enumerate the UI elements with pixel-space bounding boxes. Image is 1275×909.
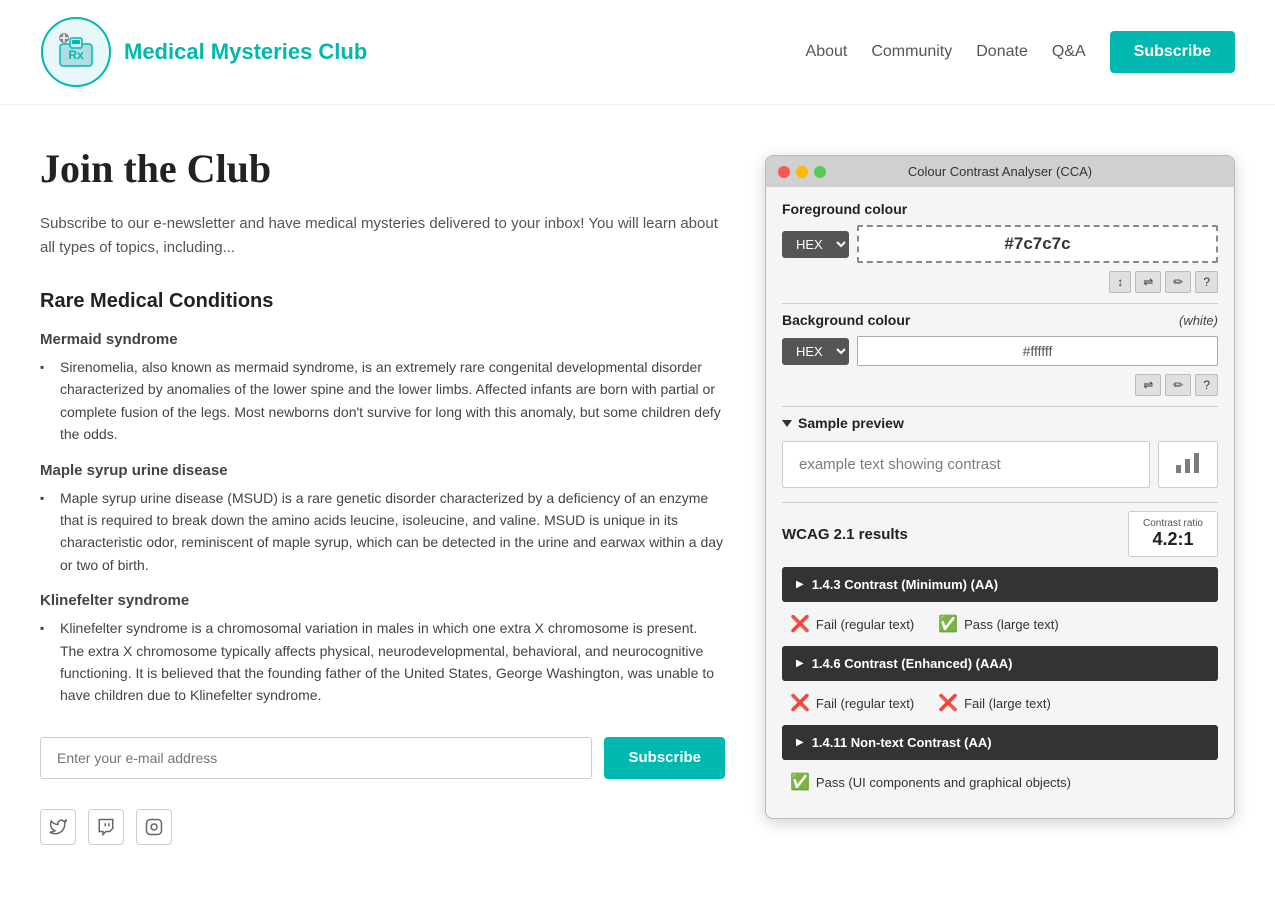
contrast-ratio-value: 4.2:1 bbox=[1143, 529, 1203, 550]
wcag-result-row-143: ❌ Fail (regular text) ✅ Pass (large text… bbox=[782, 608, 1218, 640]
minimize-dot[interactable] bbox=[796, 166, 808, 178]
collapse-icon[interactable] bbox=[782, 420, 792, 427]
pass-icon-0: ✅ bbox=[938, 614, 958, 634]
result-fail-regular-1: ❌ Fail (regular text) bbox=[790, 693, 914, 713]
svg-text:Rx: Rx bbox=[68, 48, 84, 62]
fail-icon-large-1: ❌ bbox=[938, 693, 958, 713]
cca-panel: Colour Contrast Analyser (CCA) Foregroun… bbox=[765, 155, 1235, 819]
nav-donate[interactable]: Donate bbox=[976, 43, 1028, 61]
play-icon-143: ▶ bbox=[796, 579, 804, 590]
condition-title-2: Klinefelter syndrome bbox=[40, 592, 725, 609]
result-text-fail-regular-1: Fail (regular text) bbox=[816, 696, 914, 711]
condition-mermaid: Mermaid syndrome Sirenomelia, also known… bbox=[40, 331, 725, 446]
header: Rx Medical Mysteries Club About Communit… bbox=[0, 0, 1275, 105]
contrast-ratio-box: Contrast ratio 4.2:1 bbox=[1128, 511, 1218, 557]
background-header-row: Background colour (white) bbox=[782, 312, 1218, 328]
background-tools: ⇌ ✏ ? bbox=[782, 374, 1218, 396]
page-title: Join the Club bbox=[40, 145, 725, 192]
window-dots bbox=[778, 166, 826, 178]
content-area: Join the Club Subscribe to our e-newslet… bbox=[40, 145, 725, 845]
pass-icon-2: ✅ bbox=[790, 772, 810, 792]
subscribe-button[interactable]: Subscribe bbox=[604, 737, 725, 779]
email-subscribe-row: Subscribe bbox=[40, 737, 725, 779]
foreground-format-select[interactable]: HEX bbox=[782, 231, 849, 258]
foreground-row: HEX bbox=[782, 225, 1218, 263]
sample-preview-label: Sample preview bbox=[782, 415, 1218, 431]
result-pass-large-0: ✅ Pass (large text) bbox=[938, 614, 1059, 634]
bg-eyedropper-icon[interactable]: ✏ bbox=[1165, 374, 1191, 396]
social-icons bbox=[40, 809, 725, 845]
main-nav: About Community Donate Q&A Subscribe bbox=[806, 31, 1235, 73]
logo-area: Rx Medical Mysteries Club bbox=[40, 16, 367, 88]
foreground-tools: ↕ ⇌ ✏ ? bbox=[782, 271, 1218, 293]
condition-maple: Maple syrup urine disease Maple syrup ur… bbox=[40, 462, 725, 577]
fg-eyedropper-icon[interactable]: ✏ bbox=[1165, 271, 1191, 293]
sample-text-box: example text showing contrast bbox=[782, 441, 1150, 488]
wcag-item-143[interactable]: ▶ 1.4.3 Contrast (Minimum) (AA) bbox=[782, 567, 1218, 602]
wcag-header-row: WCAG 2.1 results Contrast ratio 4.2:1 bbox=[782, 511, 1218, 557]
nav-about[interactable]: About bbox=[806, 43, 848, 61]
result-text-pass-ui-2: Pass (UI components and graphical object… bbox=[816, 775, 1071, 790]
background-format-select[interactable]: HEX bbox=[782, 338, 849, 365]
nav-community[interactable]: Community bbox=[871, 43, 952, 61]
twitter-icon[interactable] bbox=[40, 809, 76, 845]
close-dot[interactable] bbox=[778, 166, 790, 178]
bg-sliders-icon[interactable]: ⇌ bbox=[1135, 374, 1161, 396]
section-title: Rare Medical Conditions bbox=[40, 290, 725, 313]
conditions-list: Mermaid syndrome Sirenomelia, also known… bbox=[40, 331, 725, 707]
wcag-item-label-143: 1.4.3 Contrast (Minimum) (AA) bbox=[812, 577, 998, 592]
intro-text: Subscribe to our e-newsletter and have m… bbox=[40, 212, 725, 260]
chart-icon bbox=[1173, 447, 1203, 483]
condition-desc-2: Klinefelter syndrome is a chromosomal va… bbox=[40, 617, 725, 707]
result-text-pass-large-0: Pass (large text) bbox=[964, 617, 1059, 632]
background-label: Background colour bbox=[782, 312, 910, 328]
logo-icon: Rx bbox=[40, 16, 112, 88]
twitch-icon[interactable] bbox=[88, 809, 124, 845]
instagram-icon[interactable] bbox=[136, 809, 172, 845]
main-layout: Join the Club Subscribe to our e-newslet… bbox=[0, 105, 1275, 885]
result-text-fail-regular-0: Fail (regular text) bbox=[816, 617, 914, 632]
result-text-fail-large-1: Fail (large text) bbox=[964, 696, 1051, 711]
wcag-item-1411[interactable]: ▶ 1.4.11 Non-text Contrast (AA) bbox=[782, 725, 1218, 760]
wcag-result-row-146: ❌ Fail (regular text) ❌ Fail (large text… bbox=[782, 687, 1218, 719]
fg-sliders-icon[interactable]: ⇌ bbox=[1135, 271, 1161, 293]
condition-desc-1: Maple syrup urine disease (MSUD) is a ra… bbox=[40, 487, 725, 577]
nav-qa[interactable]: Q&A bbox=[1052, 43, 1086, 61]
sample-preview-area: example text showing contrast bbox=[782, 441, 1218, 488]
foreground-hex-input[interactable] bbox=[857, 225, 1218, 263]
result-fail-regular-0: ❌ Fail (regular text) bbox=[790, 614, 914, 634]
maximize-dot[interactable] bbox=[814, 166, 826, 178]
contrast-ratio-label: Contrast ratio bbox=[1143, 518, 1203, 529]
logo-title: Medical Mysteries Club bbox=[124, 39, 367, 65]
wcag-result-row-1411: ✅ Pass (UI components and graphical obje… bbox=[782, 766, 1218, 798]
header-subscribe-button[interactable]: Subscribe bbox=[1110, 31, 1235, 73]
condition-title-1: Maple syrup urine disease bbox=[40, 462, 725, 479]
background-hex-input[interactable] bbox=[857, 336, 1218, 366]
play-icon-1411: ▶ bbox=[796, 737, 804, 748]
sample-preview-text: example text showing contrast bbox=[799, 456, 1001, 473]
result-pass-ui-2: ✅ Pass (UI components and graphical obje… bbox=[790, 772, 1071, 792]
wcag-item-label-146: 1.4.6 Contrast (Enhanced) (AAA) bbox=[812, 656, 1013, 671]
fail-icon-1: ❌ bbox=[790, 693, 810, 713]
wcag-item-146[interactable]: ▶ 1.4.6 Contrast (Enhanced) (AAA) bbox=[782, 646, 1218, 681]
condition-klinefelter: Klinefelter syndrome Klinefelter syndrom… bbox=[40, 592, 725, 707]
background-row: HEX bbox=[782, 336, 1218, 366]
result-fail-large-1: ❌ Fail (large text) bbox=[938, 693, 1051, 713]
bg-help-icon[interactable]: ? bbox=[1195, 374, 1218, 396]
cca-title: Colour Contrast Analyser (CCA) bbox=[908, 164, 1092, 179]
play-icon-146: ▶ bbox=[796, 658, 804, 669]
condition-desc-0: Sirenomelia, also known as mermaid syndr… bbox=[40, 356, 725, 446]
wcag-label: WCAG 2.1 results bbox=[782, 526, 908, 543]
foreground-label: Foreground colour bbox=[782, 201, 1218, 217]
fail-icon-0: ❌ bbox=[790, 614, 810, 634]
condition-title-0: Mermaid syndrome bbox=[40, 331, 725, 348]
background-white-label: (white) bbox=[1179, 313, 1218, 328]
cca-titlebar: Colour Contrast Analyser (CCA) bbox=[766, 156, 1234, 187]
fg-help-icon[interactable]: ? bbox=[1195, 271, 1218, 293]
cca-body: Foreground colour HEX ↕ ⇌ ✏ ? Background… bbox=[766, 187, 1234, 818]
email-input[interactable] bbox=[40, 737, 592, 779]
sample-chart-box[interactable] bbox=[1158, 441, 1218, 488]
wcag-item-label-1411: 1.4.11 Non-text Contrast (AA) bbox=[812, 735, 992, 750]
fg-sort-icon[interactable]: ↕ bbox=[1109, 271, 1131, 293]
